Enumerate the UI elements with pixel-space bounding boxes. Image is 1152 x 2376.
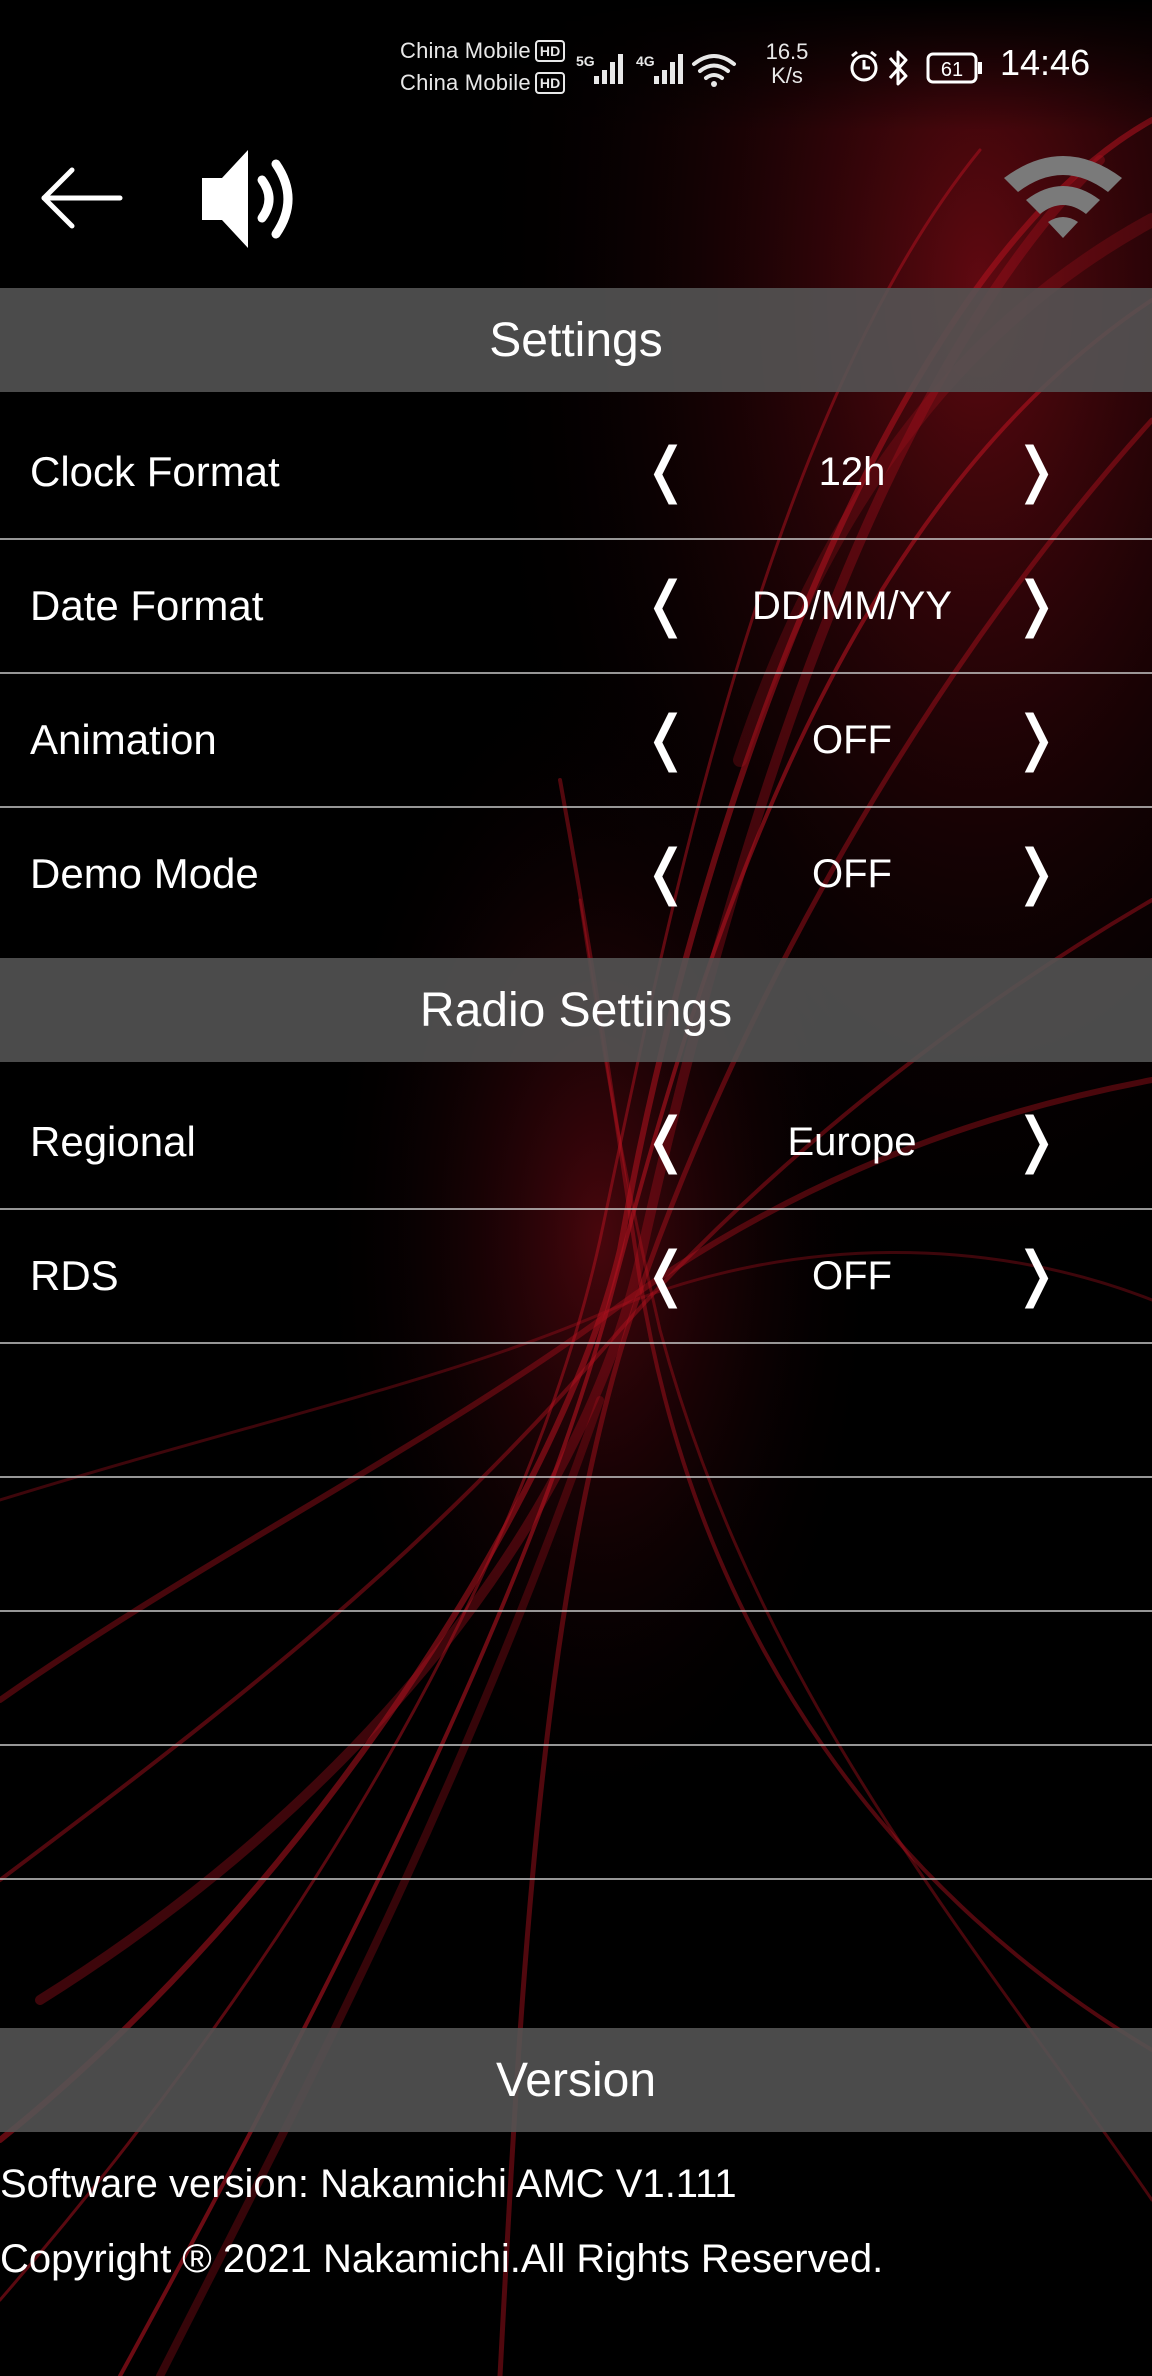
wifi-icon [1004,156,1122,238]
settings-section-header: Settings [0,288,1152,392]
regional-prev-button[interactable]: ❬ [636,1076,696,1204]
regional-value: Europe [787,1120,917,1164]
rds-prev-button[interactable]: ❬ [636,1210,696,1338]
setting-row-clock-format: Clock Format ❬ 12h ❭ [0,406,1152,540]
setting-row-rds: RDS ❬ OFF ❭ [0,1210,1152,1344]
net-speed: 16.5 K/s [742,40,832,88]
net-speed-value: 16.5 [765,39,809,64]
software-version-text: Software version: Nakamichi AMC V1.111 [0,2162,737,2206]
radio-settings-title: Radio Settings [419,983,733,1037]
carrier-1: China Mobile HD [400,38,566,64]
setting-row-regional: Regional ❬ Europe ❭ [0,1076,1152,1210]
animation-label: Animation [30,716,217,763]
empty-row [0,1746,1152,1880]
back-button[interactable] [36,162,128,234]
app-header [0,120,1152,288]
empty-row [0,1478,1152,1612]
regional-label: Regional [30,1118,196,1165]
alarm-icon [850,50,878,82]
hd-badge-1: HD [534,40,566,62]
wifi-connection-icon[interactable] [1000,146,1126,246]
volume-button[interactable] [196,140,300,258]
demo-mode-next-button[interactable]: ❭ [1006,808,1066,936]
arrow-left-icon [41,167,123,229]
wifi-status-icon [692,54,736,80]
rds-label: RDS [30,1252,119,1299]
status-bar: China Mobile HD China Mobile HD 5G 4G 16.5… [0,0,1152,120]
date-format-value: DD/MM/YY [752,584,952,628]
bluetooth-icon [888,50,908,86]
regional-next-button[interactable]: ❭ [1006,1076,1066,1204]
copyright-text: Copyright ® 2021 Nakamichi.All Rights Re… [0,2237,884,2281]
net-speed-unit: K/s [771,63,803,88]
animation-prev-button[interactable]: ❬ [636,674,696,802]
signal-bars-1-icon [594,54,623,84]
settings-title: Settings [489,313,663,367]
carrier-2: China Mobile HD [400,70,566,96]
network-2-label: 4G [636,53,655,69]
hd-badge-2: HD [534,72,566,94]
animation-next-button[interactable]: ❭ [1006,674,1066,802]
battery-level: 61 [941,59,963,81]
demo-mode-prev-button[interactable]: ❬ [636,808,696,936]
empty-row [0,1344,1152,1478]
carrier-2-label: China Mobile [400,70,531,95]
version-title: Version [495,2053,657,2107]
carrier-1-label: China Mobile [400,38,531,63]
clock-format-prev-button[interactable]: ❬ [636,406,696,534]
clock-format-next-button[interactable]: ❭ [1006,406,1066,534]
demo-mode-value: OFF [812,852,892,896]
animation-value: OFF [812,718,892,762]
speaker-volume-icon [202,150,293,248]
setting-row-animation: Animation ❬ OFF ❭ [0,674,1152,808]
clock-format-value: 12h [818,450,886,494]
date-format-next-button[interactable]: ❭ [1006,540,1066,668]
rds-next-button[interactable]: ❭ [1006,1210,1066,1338]
date-format-label: Date Format [30,582,264,629]
radio-settings-section-header: Radio Settings [0,958,1152,1062]
rds-value: OFF [812,1254,892,1298]
setting-row-date-format: Date Format ❬ DD/MM/YY ❭ [0,540,1152,674]
demo-mode-label: Demo Mode [30,850,259,897]
empty-row [0,1612,1152,1746]
signal-bars-2-icon [654,54,683,84]
version-section-header: Version [0,2028,1152,2132]
status-time: 14:46 [1000,42,1091,83]
setting-row-demo-mode: Demo Mode ❬ OFF ❭ [0,808,1152,942]
date-format-prev-button[interactable]: ❬ [636,540,696,668]
clock-format-label: Clock Format [30,448,280,495]
system-icons: 61 [850,50,982,86]
network-1-label: 5G [576,53,595,69]
signal-icons: 5G 4G [576,53,736,87]
battery-icon: 61 [926,52,982,84]
